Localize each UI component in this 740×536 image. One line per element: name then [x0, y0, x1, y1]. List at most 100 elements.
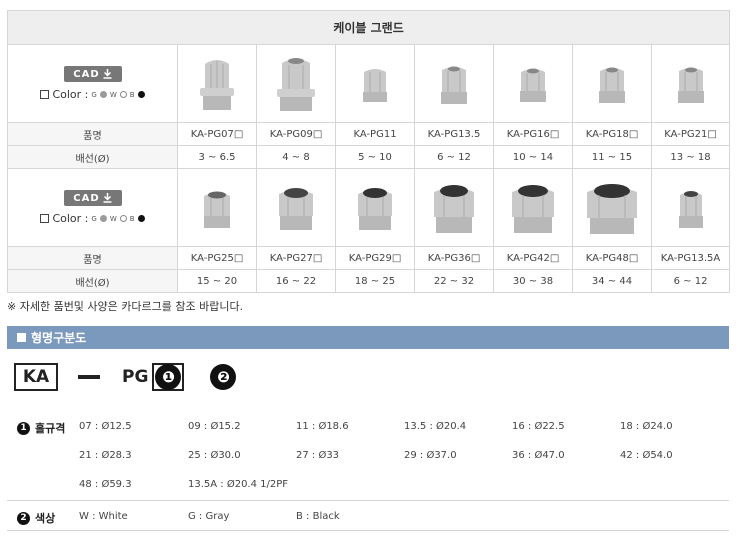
- cable-gland-image: [434, 184, 474, 233]
- cad-download-button[interactable]: CAD: [63, 190, 122, 206]
- cable-gland-image: [678, 190, 703, 228]
- cad-cell-1: CAD Color : G W B: [7, 44, 178, 123]
- badge-2-icon: ❷: [210, 364, 237, 390]
- wiring-range: 18 ~ 25: [335, 269, 415, 293]
- square-icon: [17, 333, 26, 342]
- cad-label: CAD: [73, 192, 100, 204]
- color-label: Color :: [52, 212, 89, 225]
- size-item: 18 : Ø24.0: [620, 421, 673, 432]
- wiring-range: 34 ~ 44: [572, 269, 652, 293]
- wiring-range: 3 ~ 6.5: [177, 145, 257, 169]
- download-icon: [103, 193, 112, 203]
- badge-1-icon: ❶: [155, 364, 182, 390]
- color-option-w: W: [109, 90, 117, 99]
- product-image-cell: [177, 44, 257, 123]
- product-name: KA-PG11: [335, 122, 415, 146]
- product-name: KA-PG25□: [177, 246, 257, 270]
- wiring-range: 15 ~ 20: [177, 269, 257, 293]
- product-table: 케이블 그랜드 CAD Color : G W B 품명 KA-PG07□ KA…: [6, 10, 731, 293]
- product-name: KA-PG36□: [414, 246, 494, 270]
- spec-row: 48 : Ø59.3 13.5A : Ø20.4 1/2PF: [7, 474, 729, 498]
- row-label-range: 배선(Ø): [7, 269, 178, 293]
- wiring-range: 22 ~ 32: [414, 269, 494, 293]
- black-swatch: [137, 91, 145, 98]
- size-item: 27 : Ø33: [296, 450, 340, 461]
- cable-gland-image: [279, 187, 313, 230]
- wiring-range: 4 ~ 8: [256, 145, 336, 169]
- wiring-range: 6 ~ 12: [650, 269, 731, 293]
- cad-label: CAD: [73, 68, 100, 80]
- black-swatch: [137, 215, 145, 222]
- cable-gland-image: [520, 68, 546, 102]
- product-name: KA-PG13.5: [414, 122, 494, 146]
- cable-gland-image: [200, 59, 234, 110]
- download-icon: [103, 69, 112, 79]
- size-item: 42 : Ø54.0: [620, 450, 673, 461]
- wiring-range: 30 ~ 38: [493, 269, 573, 293]
- size-item: 07 : Ø12.5: [79, 421, 132, 432]
- cad-download-button[interactable]: CAD: [63, 66, 122, 82]
- color-option-b: B: [129, 214, 135, 223]
- cable-gland-image: [587, 183, 637, 234]
- color-item: B : Black: [296, 511, 340, 522]
- product-name: KA-PG27□: [256, 246, 336, 270]
- cable-gland-image: [204, 191, 230, 228]
- size-spec-label: 1 홀규격: [17, 420, 65, 436]
- wiring-range: 13 ~ 18: [650, 145, 731, 169]
- cable-gland-image: [441, 66, 467, 104]
- product-image-cell: [414, 168, 494, 247]
- color-checkbox[interactable]: [40, 90, 50, 99]
- product-image-cell: [650, 168, 731, 247]
- size-item: 16 : Ø22.5: [512, 421, 565, 432]
- cable-gland-image: [358, 187, 392, 230]
- size-item: 13.5A : Ø20.4 1/2PF: [188, 479, 289, 490]
- spec-row: 21 : Ø28.3 25 : Ø30.0 27 : Ø33 29 : Ø37.…: [7, 445, 729, 469]
- color-label: Color :: [52, 88, 89, 101]
- color-checkbox[interactable]: [40, 214, 50, 223]
- size-item: 21 : Ø28.3: [79, 450, 132, 461]
- size-label-text: 홀규격: [35, 422, 66, 435]
- badge-1-icon: 1: [17, 421, 30, 435]
- cable-gland-image: [277, 57, 315, 111]
- color-item: G : Gray: [188, 511, 230, 522]
- product-image-cell: [414, 44, 494, 123]
- product-name: KA-PG18□: [572, 122, 652, 146]
- color-selector: Color : G W B: [8, 212, 177, 225]
- product-name: KA-PG07□: [177, 122, 257, 146]
- color-option-g: G: [91, 90, 97, 99]
- size-item: 25 : Ø30.0: [188, 450, 241, 461]
- code-slot-1: ❶: [152, 363, 185, 391]
- product-image-cell: [572, 168, 652, 247]
- size-item: 13.5 : Ø20.4: [404, 421, 467, 432]
- divider: [7, 500, 729, 501]
- product-image-cell: [335, 168, 415, 247]
- product-image-cell: [493, 168, 573, 247]
- product-image-cell: [493, 44, 573, 123]
- white-swatch: [119, 215, 127, 222]
- row-label-range: 배선(Ø): [7, 145, 178, 169]
- section-header: 형명구분도: [7, 326, 729, 349]
- code-series: PG: [122, 367, 149, 387]
- gray-swatch: [99, 91, 107, 98]
- product-name: KA-PG48□: [572, 246, 652, 270]
- size-item: 09 : Ø15.2: [188, 421, 241, 432]
- product-name: KA-PG13.5A: [650, 246, 731, 270]
- code-prefix-box: KA: [14, 363, 58, 391]
- product-name: KA-PG29□: [335, 246, 415, 270]
- catalog-note: ※ 자세한 품번및 사양은 카다르그를 참조 바랍니다.: [7, 300, 244, 313]
- color-spec-label: 2 색상: [17, 510, 55, 526]
- cable-gland-image: [599, 67, 625, 103]
- cable-gland-image: [677, 67, 704, 103]
- product-image-cell: [256, 168, 336, 247]
- size-item: 29 : Ø37.0: [404, 450, 457, 461]
- section-title: 형명구분도: [31, 331, 87, 345]
- table-title: 케이블 그랜드: [6, 10, 731, 45]
- cable-gland-image: [512, 184, 554, 233]
- product-image-cell: [335, 44, 415, 123]
- spec-row: 2 색상 W : White G : Gray B : Black: [7, 506, 729, 530]
- row-label-name: 품명: [7, 122, 178, 146]
- wiring-range: 16 ~ 22: [256, 269, 336, 293]
- code-dash: [78, 375, 100, 379]
- product-name: KA-PG16□: [493, 122, 573, 146]
- size-item: 11 : Ø18.6: [296, 421, 349, 432]
